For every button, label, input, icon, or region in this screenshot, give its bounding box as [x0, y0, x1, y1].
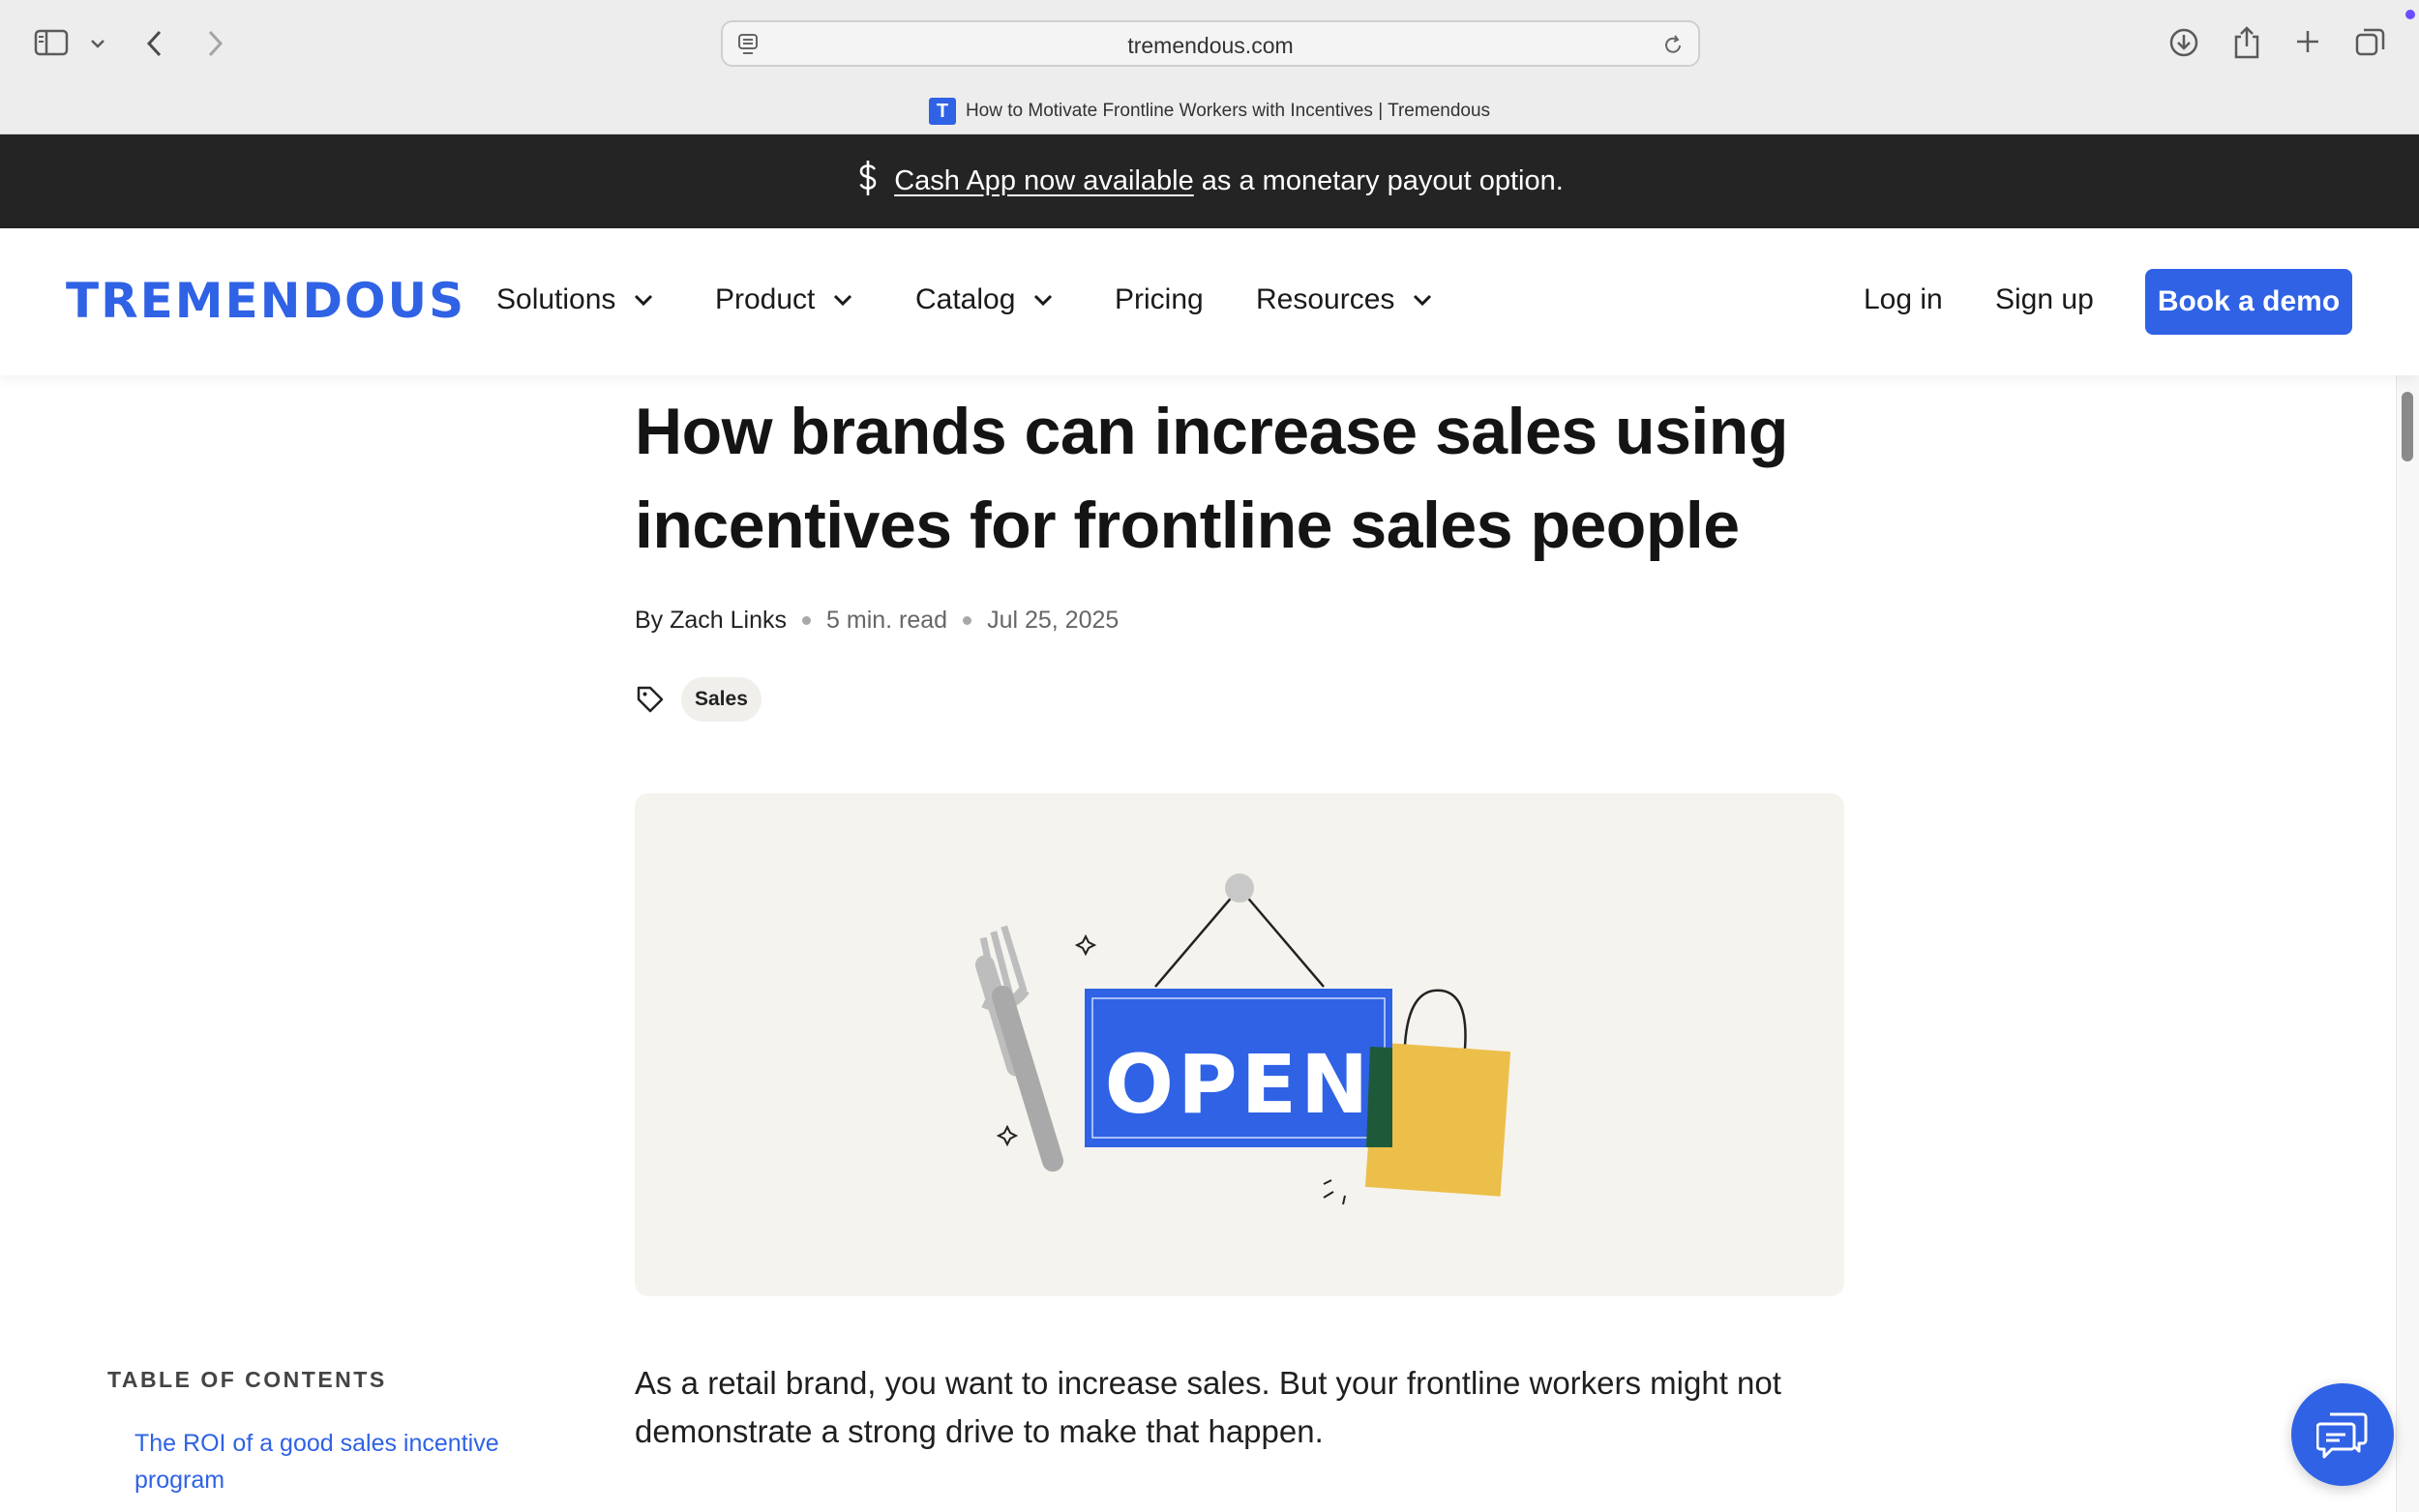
- tab-title: How to Motivate Frontline Workers with I…: [965, 101, 1491, 121]
- browser-toolbar: tremendous.com T How to Motivate Frontli…: [0, 0, 2419, 134]
- article-tags: Sales: [635, 677, 762, 722]
- download-icon[interactable]: [2167, 25, 2200, 60]
- article-author[interactable]: By Zach Links: [635, 607, 787, 635]
- cash-app-link[interactable]: Cash App now available: [894, 165, 1194, 196]
- share-icon[interactable]: [2230, 23, 2263, 62]
- scrollbar-track[interactable]: [2396, 375, 2419, 1512]
- chevron-down-icon: [834, 294, 852, 307]
- forward-icon[interactable]: [201, 27, 228, 60]
- favicon-icon: T: [928, 98, 956, 125]
- reload-icon[interactable]: [1661, 32, 1685, 62]
- active-tab[interactable]: T How to Motivate Frontline Workers with…: [0, 98, 2419, 125]
- chevron-down-icon: [1034, 294, 1053, 307]
- nav-product-label: Product: [715, 283, 816, 315]
- back-icon[interactable]: [141, 27, 168, 60]
- toc-item[interactable]: The ROI of a good sales incentive progra…: [134, 1425, 541, 1498]
- meta-separator: [963, 616, 972, 625]
- chevron-down-icon: [1414, 294, 1432, 307]
- scrollbar-thumb[interactable]: [2402, 392, 2413, 461]
- nav-solutions-label: Solutions: [496, 283, 616, 315]
- tag-icon: [637, 686, 664, 713]
- nav-solutions[interactable]: Solutions: [496, 283, 654, 316]
- nav-pricing[interactable]: Pricing: [1115, 283, 1204, 316]
- article-meta: By Zach Links 5 min. read Jul 25, 2025: [635, 607, 1119, 635]
- login-link[interactable]: Log in: [1864, 283, 1943, 316]
- tag-pill[interactable]: Sales: [681, 677, 762, 722]
- chat-bubbles-icon: [2316, 1412, 2368, 1459]
- toc-heading: TABLE OF CONTENTS: [107, 1367, 387, 1392]
- chevron-down-icon[interactable]: [87, 33, 108, 54]
- url-text[interactable]: tremendous.com: [723, 33, 1698, 59]
- read-time: 5 min. read: [826, 607, 948, 634]
- signup-link[interactable]: Sign up: [1995, 283, 2094, 316]
- announcement-bar: Cash App now available as a monetary pay…: [0, 134, 2419, 228]
- nav-catalog[interactable]: Catalog: [915, 283, 1054, 316]
- nav-resources[interactable]: Resources: [1256, 283, 1433, 316]
- tabs-icon[interactable]: [2353, 25, 2388, 60]
- notification-dot: [2405, 10, 2415, 19]
- article-title: How brands can increase sales using ince…: [635, 395, 1788, 562]
- article-lead: As a retail brand, you want to increase …: [635, 1365, 1781, 1449]
- dollar-icon: [855, 160, 881, 204]
- chevron-down-icon: [635, 294, 653, 307]
- open-sign-illustration: OPEN: [974, 874, 1511, 1205]
- nav-resources-label: Resources: [1256, 283, 1395, 315]
- publish-date: Jul 25, 2025: [987, 607, 1120, 634]
- plus-icon[interactable]: [2291, 25, 2324, 58]
- nav-product[interactable]: Product: [715, 283, 853, 316]
- open-sign-text: OPEN: [1105, 1037, 1373, 1132]
- site-header: TREMENDOUS Solutions Product Catalog Pri…: [0, 228, 2419, 375]
- hero-image: OPEN: [635, 793, 1844, 1296]
- nav-catalog-label: Catalog: [915, 283, 1016, 315]
- announcement-text: as a monetary payout option.: [1201, 165, 1564, 196]
- sidebar-icon[interactable]: [33, 27, 70, 58]
- logo[interactable]: TREMENDOUS: [66, 273, 465, 329]
- book-demo-button[interactable]: Book a demo: [2145, 269, 2352, 335]
- meta-separator: [802, 616, 812, 625]
- address-bar[interactable]: tremendous.com: [721, 20, 1700, 67]
- fork-illustration: [974, 925, 1064, 1172]
- chat-button[interactable]: [2291, 1383, 2394, 1486]
